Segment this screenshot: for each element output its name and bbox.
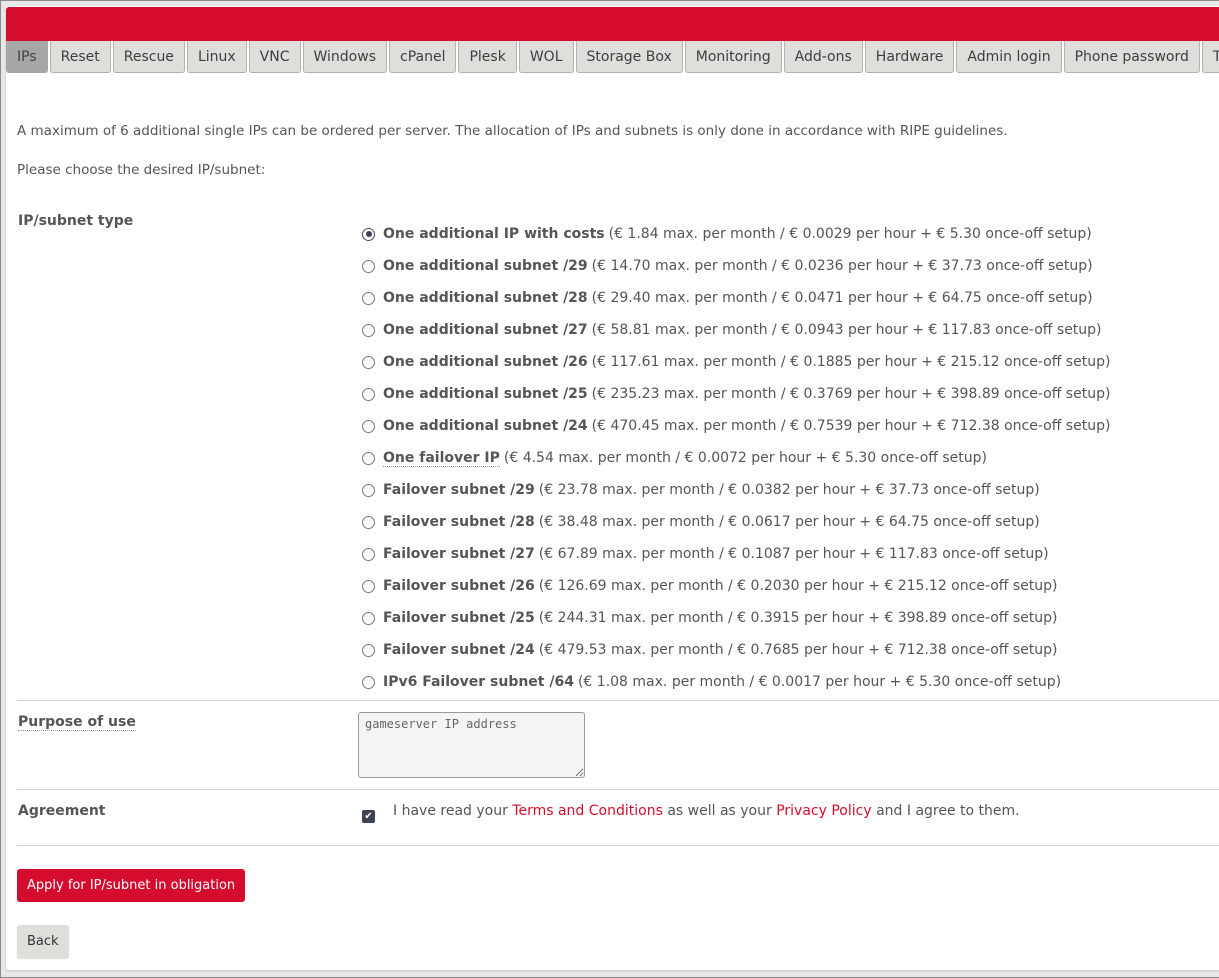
option-price: (€ 235.23 max. per month / € 0.3769 per … — [591, 386, 1111, 402]
radio-button[interactable] — [362, 483, 375, 497]
choose-prompt: Please choose the desired IP/subnet: — [17, 162, 266, 178]
purpose-of-use-input[interactable]: gameserver IP address — [358, 712, 585, 778]
option-name: Failover subnet /28 — [383, 514, 535, 530]
option-row[interactable]: One additional subnet /29 (€ 14.70 max. p… — [362, 250, 1110, 282]
radio-button[interactable] — [362, 515, 375, 529]
intro-text: A maximum of 6 additional single IPs can… — [17, 123, 1008, 139]
tab-linux[interactable]: Linux — [186, 41, 247, 73]
option-name: One additional subnet /26 — [383, 354, 588, 370]
option-row[interactable]: Failover subnet /26 (€ 126.69 max. per mo… — [362, 570, 1110, 602]
option-price: (€ 38.48 max. per month / € 0.0617 per h… — [538, 514, 1040, 530]
agreement-text-after: and I agree to them. — [871, 803, 1020, 819]
tab-ips[interactable]: IPs — [6, 41, 48, 73]
apply-button[interactable]: Apply for IP/subnet in obligation — [17, 869, 246, 902]
divider — [17, 789, 1219, 790]
tab-transfer[interactable]: Transfer — [1201, 41, 1219, 73]
terms-link[interactable]: Terms and Conditions — [512, 803, 663, 819]
back-button[interactable]: Back — [17, 925, 69, 958]
option-row[interactable]: Failover subnet /27 (€ 67.89 max. per mon… — [362, 538, 1110, 570]
option-name: IPv6 Failover subnet /64 — [383, 674, 574, 690]
option-row[interactable]: One additional IP with costs (€ 1.84 max.… — [362, 218, 1110, 250]
option-price: (€ 479.53 max. per month / € 0.7685 per … — [538, 642, 1058, 658]
radio-button[interactable] — [362, 643, 375, 657]
option-name: One additional IP with costs — [383, 226, 605, 242]
radio-button[interactable] — [362, 387, 375, 401]
option-row[interactable]: Failover subnet /25 (€ 244.31 max. per mo… — [362, 602, 1110, 634]
option-price: (€ 4.54 max. per month / € 0.0072 per ho… — [503, 450, 987, 466]
option-name: One additional subnet /28 — [383, 290, 588, 306]
radio-button[interactable] — [362, 323, 375, 337]
tab-vnc[interactable]: VNC — [248, 41, 301, 73]
agreement-text: I have read your Terms and Conditions as… — [393, 803, 1020, 819]
option-name: Failover subnet /26 — [383, 578, 535, 594]
option-name: One additional subnet /25 — [383, 386, 588, 402]
option-price: (€ 67.89 max. per month / € 0.1087 per h… — [538, 546, 1049, 562]
radio-button[interactable] — [362, 227, 375, 241]
option-row[interactable]: Failover subnet /28 (€ 38.48 max. per mon… — [362, 506, 1110, 538]
option-price: (€ 29.40 max. per month / € 0.0471 per h… — [591, 290, 1093, 306]
option-row[interactable]: One additional subnet /24 (€ 470.45 max. … — [362, 410, 1110, 442]
radio-button[interactable] — [362, 579, 375, 593]
option-price: (€ 23.78 max. per month / € 0.0382 per h… — [538, 482, 1040, 498]
agreement-checkbox[interactable]: ✔ — [362, 810, 375, 823]
purpose-of-use-label[interactable]: Purpose of use — [18, 714, 136, 731]
option-price: (€ 244.31 max. per month / € 0.3915 per … — [538, 610, 1058, 626]
check-icon: ✔ — [364, 811, 373, 822]
tab-phone-password[interactable]: Phone password — [1063, 41, 1200, 73]
tab-rescue[interactable]: Rescue — [112, 41, 185, 73]
tab-add-ons[interactable]: Add-ons — [783, 41, 863, 73]
radio-button[interactable] — [362, 451, 375, 465]
option-name: Failover subnet /24 — [383, 642, 535, 658]
radio-button[interactable] — [362, 675, 375, 689]
ip-subnet-options: One additional IP with costs (€ 1.84 max.… — [362, 218, 1110, 698]
agreement-label: Agreement — [18, 803, 106, 819]
radio-button[interactable] — [362, 259, 375, 273]
option-name: One additional subnet /29 — [383, 258, 588, 274]
option-name: Failover subnet /25 — [383, 610, 535, 626]
option-row[interactable]: Failover subnet /24 (€ 479.53 max. per mo… — [362, 634, 1110, 666]
agreement-text-before: I have read your — [393, 803, 513, 819]
option-name: One failover IP — [383, 449, 500, 467]
option-price: (€ 14.70 max. per month / € 0.0236 per h… — [591, 258, 1093, 274]
option-name: Failover subnet /27 — [383, 546, 535, 562]
divider — [17, 700, 1219, 701]
tab-admin-login[interactable]: Admin login — [956, 41, 1062, 73]
header-bar — [6, 7, 1219, 41]
radio-button[interactable] — [362, 611, 375, 625]
radio-button[interactable] — [362, 419, 375, 433]
tab-windows[interactable]: Windows — [302, 41, 387, 73]
option-price: (€ 126.69 max. per month / € 0.2030 per … — [538, 578, 1058, 594]
option-name: One additional subnet /24 — [383, 418, 588, 434]
option-price: (€ 470.45 max. per month / € 0.7539 per … — [591, 418, 1111, 434]
tab-hardware[interactable]: Hardware — [864, 41, 955, 73]
privacy-link[interactable]: Privacy Policy — [776, 803, 871, 819]
option-price: (€ 1.08 max. per month / € 0.0017 per ho… — [577, 674, 1062, 690]
radio-button[interactable] — [362, 291, 375, 305]
radio-button[interactable] — [362, 355, 375, 369]
option-row[interactable]: One additional subnet /26 (€ 117.61 max. … — [362, 346, 1110, 378]
tab-cpanel[interactable]: cPanel — [389, 41, 457, 73]
option-row[interactable]: IPv6 Failover subnet /64 (€ 1.08 max. per… — [362, 666, 1110, 698]
option-name: One additional subnet /27 — [383, 322, 588, 338]
option-price: (€ 117.61 max. per month / € 0.1885 per … — [591, 354, 1111, 370]
option-row[interactable]: One additional subnet /27 (€ 58.81 max. p… — [362, 314, 1110, 346]
option-row[interactable]: One failover IP (€ 4.54 max. per month / … — [362, 442, 1110, 474]
tab-wol[interactable]: WOL — [518, 41, 574, 73]
agreement-text-middle: as well as your — [662, 803, 777, 819]
tab-plesk[interactable]: Plesk — [458, 41, 517, 73]
tab-bar: IPs Reset Rescue Linux VNC Windows cPanel Plesk… — [6, 41, 1219, 74]
ip-subnet-type-label: IP/subnet type — [18, 213, 134, 229]
tab-storage-box[interactable]: Storage Box — [575, 41, 683, 73]
tab-reset[interactable]: Reset — [49, 41, 111, 73]
tab-monitoring[interactable]: Monitoring — [684, 41, 782, 73]
option-price: (€ 1.84 max. per month / € 0.0029 per ho… — [608, 226, 1092, 242]
option-row[interactable]: One additional subnet /28 (€ 29.40 max. p… — [362, 282, 1110, 314]
divider — [17, 845, 1219, 846]
option-name: Failover subnet /29 — [383, 482, 535, 498]
option-row[interactable]: One additional subnet /25 (€ 235.23 max. … — [362, 378, 1110, 410]
option-row[interactable]: Failover subnet /29 (€ 23.78 max. per mon… — [362, 474, 1110, 506]
option-price: (€ 58.81 max. per month / € 0.0943 per h… — [591, 322, 1102, 338]
radio-button[interactable] — [362, 547, 375, 561]
